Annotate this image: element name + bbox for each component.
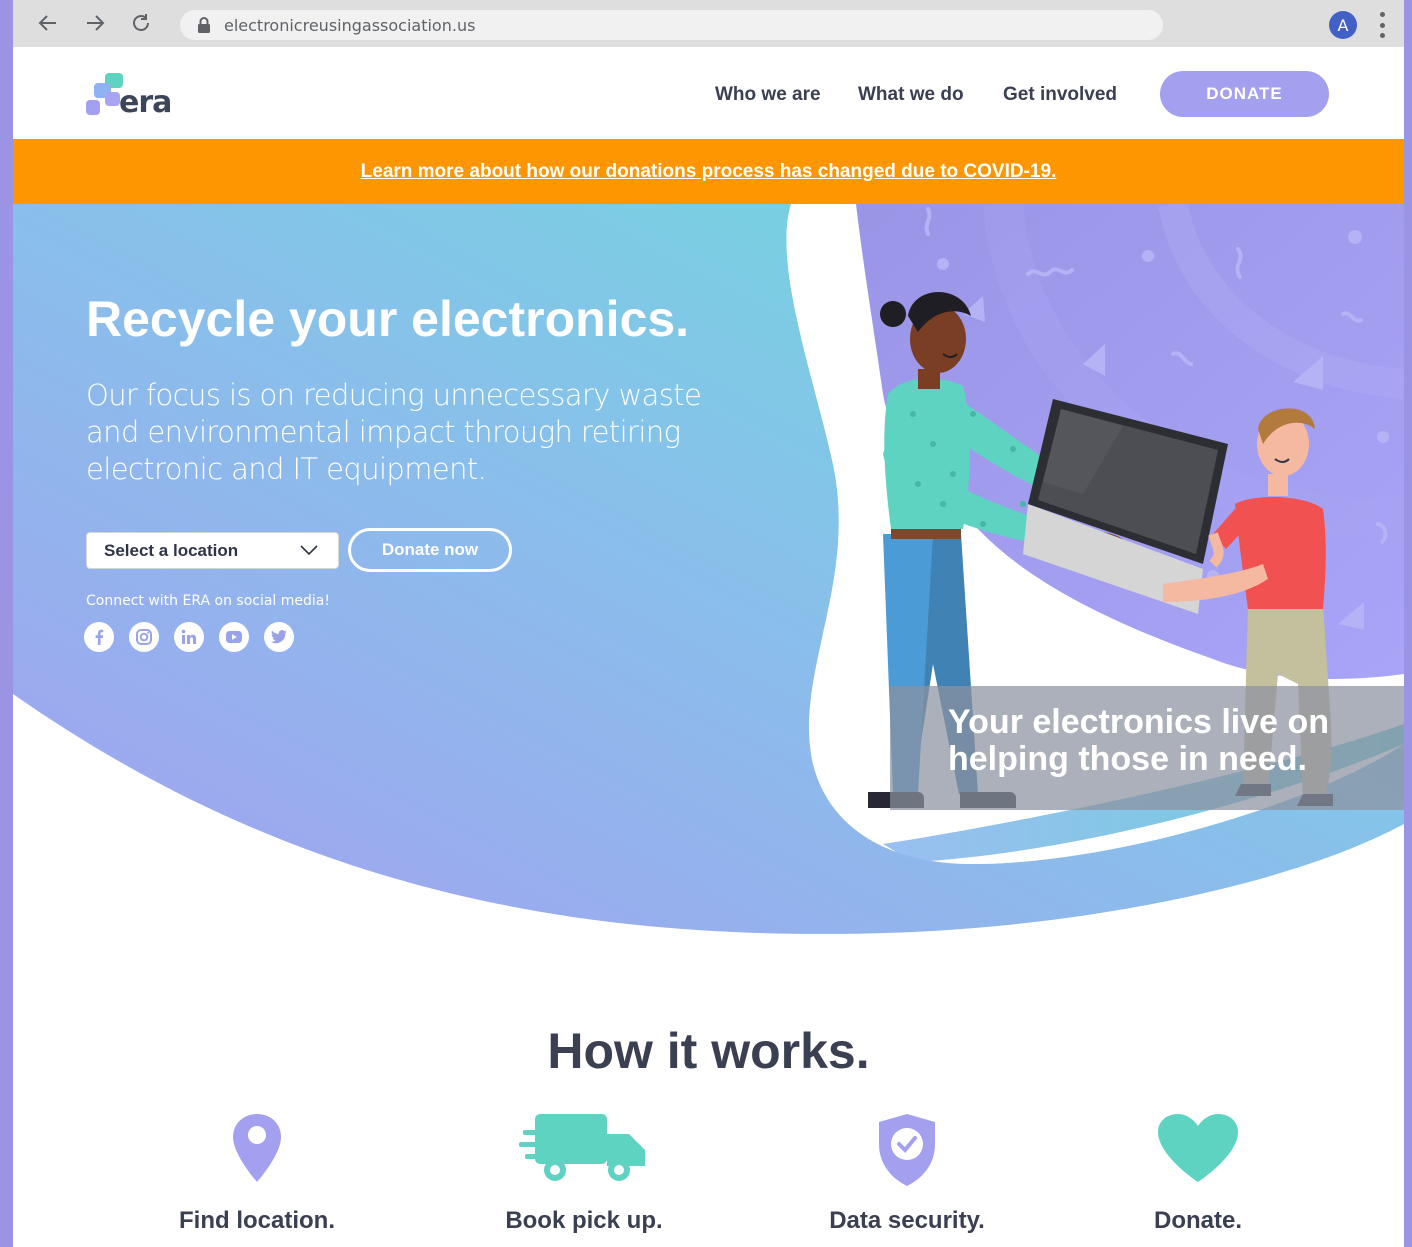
forward-button[interactable] bbox=[80, 8, 110, 38]
location-select-label: Select a location bbox=[104, 540, 239, 560]
chevron-down-icon bbox=[300, 545, 318, 556]
logo-text[interactable]: era bbox=[119, 85, 172, 120]
step-label: Donate. bbox=[1153, 1207, 1242, 1234]
facebook-icon[interactable] bbox=[84, 622, 114, 652]
back-button[interactable] bbox=[33, 8, 63, 38]
twitter-icon[interactable] bbox=[264, 622, 294, 652]
truck-icon bbox=[519, 1114, 645, 1181]
instagram-icon[interactable] bbox=[129, 622, 159, 652]
site-header: era Who we are What we do Get involved D… bbox=[13, 47, 1404, 139]
browser-toolbar: electronicreusingassociation.us A bbox=[13, 0, 1404, 47]
hero-title: Recycle your electronics. bbox=[86, 291, 690, 347]
donate-button[interactable]: DONATE bbox=[1160, 71, 1329, 117]
nav-get-involved[interactable]: Get involved bbox=[1003, 84, 1117, 106]
arrow-left-icon bbox=[38, 15, 56, 31]
browser-menu-button[interactable] bbox=[1375, 10, 1389, 40]
step-find-location[interactable]: Find location. bbox=[137, 1112, 377, 1234]
url-text: electronicreusingassociation.us bbox=[224, 15, 476, 35]
how-it-works-title: How it works. bbox=[547, 1023, 870, 1079]
profile-avatar[interactable]: A bbox=[1329, 11, 1357, 39]
hero-subtitle: Our focus is on reducing unnecessary was… bbox=[86, 378, 702, 486]
nav-who-we-are[interactable]: Who we are bbox=[715, 84, 821, 106]
location-select[interactable]: Select a location bbox=[86, 532, 339, 569]
reload-button[interactable] bbox=[126, 8, 156, 38]
profile-initial: A bbox=[1337, 15, 1349, 35]
hero-caption: Your electronics live on helping those i… bbox=[948, 703, 1330, 778]
web-page: era Who we are What we do Get involved D… bbox=[13, 47, 1404, 1247]
reload-icon bbox=[133, 14, 149, 31]
nav-what-we-do[interactable]: What we do bbox=[858, 84, 964, 106]
step-label: Find location. bbox=[179, 1207, 335, 1234]
linkedin-icon[interactable] bbox=[174, 622, 204, 652]
step-donate[interactable]: Donate. bbox=[1078, 1112, 1318, 1234]
step-label: Data security. bbox=[829, 1207, 985, 1234]
donate-now-button[interactable]: Donate now bbox=[348, 528, 512, 572]
step-label: Book pick up. bbox=[505, 1207, 663, 1234]
social-icons bbox=[84, 622, 294, 652]
lock-icon bbox=[198, 17, 210, 33]
address-bar[interactable]: electronicreusingassociation.us bbox=[180, 10, 1163, 40]
social-label: Connect with ERA on social media! bbox=[86, 593, 330, 609]
covid-banner: Learn more about how our donations proce… bbox=[13, 139, 1404, 204]
location-pin-icon bbox=[233, 1114, 281, 1182]
arrow-right-icon bbox=[87, 15, 105, 31]
step-data-security[interactable]: Data security. bbox=[787, 1112, 1027, 1234]
covid-banner-link[interactable]: Learn more about how our donations proce… bbox=[361, 161, 1057, 183]
youtube-icon[interactable] bbox=[219, 622, 249, 652]
shield-check-icon bbox=[879, 1114, 935, 1186]
heart-icon bbox=[1158, 1114, 1238, 1182]
step-book-pickup[interactable]: Book pick up. bbox=[464, 1112, 704, 1234]
